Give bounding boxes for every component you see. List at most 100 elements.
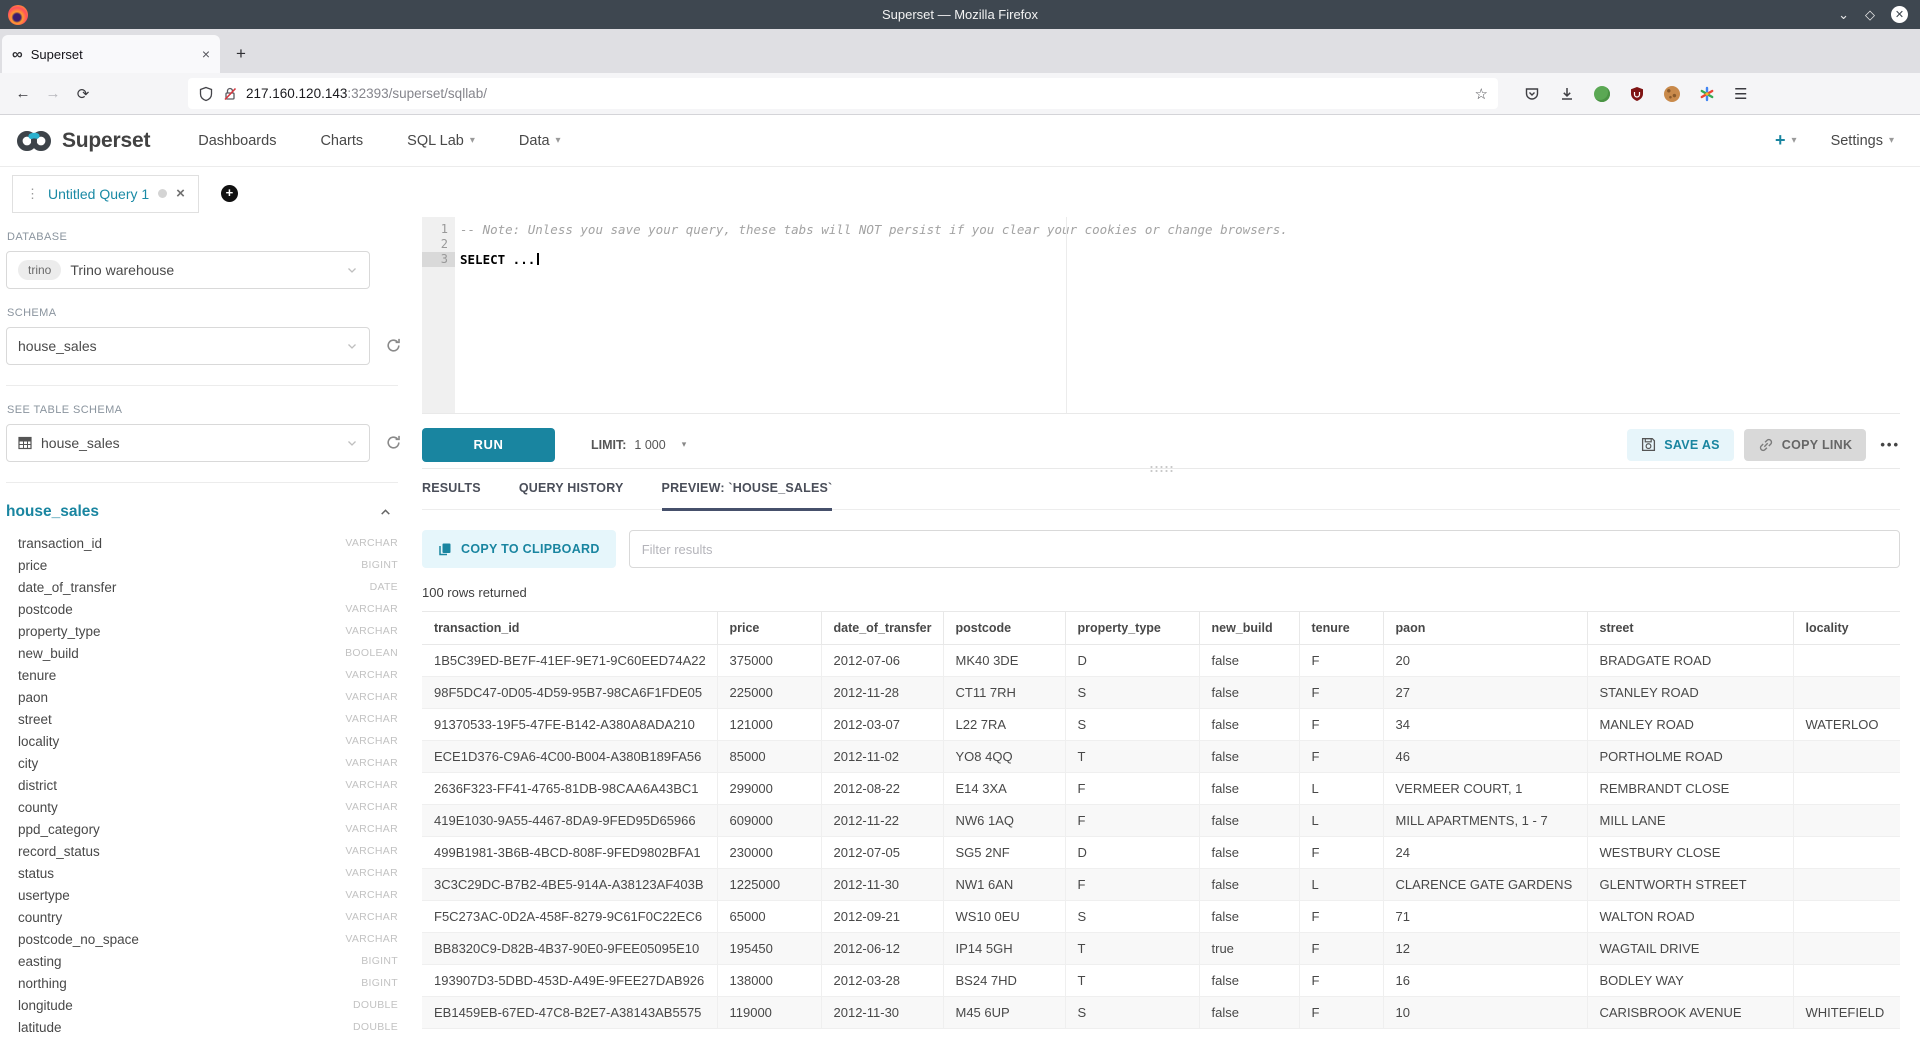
column-header[interactable]: date_of_transfer (821, 612, 943, 645)
column-row[interactable]: price BIGINT (6, 554, 398, 576)
line-number: 3 (422, 252, 455, 267)
add-new-button[interactable]: +▾ (1775, 130, 1797, 151)
column-row[interactable]: locality VARCHAR (6, 730, 398, 752)
superset-brand[interactable]: Superset (14, 129, 150, 153)
bookmark-star-icon[interactable]: ☆ (1475, 85, 1488, 103)
table-row: ECE1D376-C9A6-4C00-B004-A380B189FA56 850… (422, 741, 1900, 773)
column-header[interactable]: postcode (943, 612, 1065, 645)
query-tab-close-icon[interactable]: × (176, 185, 185, 202)
column-header[interactable]: locality (1793, 612, 1900, 645)
add-query-tab-button[interactable]: + (221, 185, 238, 202)
database-select-value: Trino warehouse (70, 262, 337, 278)
refresh-schemas-icon[interactable] (385, 337, 402, 354)
pocket-icon[interactable] (1524, 86, 1540, 102)
cell-transaction-id: 2636F323-FF41-4765-81DB-98CAA6A43BC1 (422, 773, 717, 805)
column-row[interactable]: status VARCHAR (6, 862, 398, 884)
settings-menu[interactable]: Settings▾ (1831, 133, 1894, 149)
cell-postcode: BS24 7HD (943, 965, 1065, 997)
browser-tabstrip: ∞ Superset × + (0, 29, 1920, 73)
more-options-icon[interactable]: ••• (1880, 437, 1900, 452)
window-maximize-icon[interactable]: ◇ (1865, 7, 1875, 23)
tracking-shield-icon[interactable] (198, 86, 214, 102)
column-row[interactable]: paon VARCHAR (6, 686, 398, 708)
column-header[interactable]: new_build (1199, 612, 1299, 645)
column-header[interactable]: property_type (1065, 612, 1199, 645)
column-row[interactable]: street VARCHAR (6, 708, 398, 730)
editor-code-area[interactable]: -- Note: Unless you save your query, the… (455, 217, 1900, 413)
column-row[interactable]: transaction_id VARCHAR (6, 532, 398, 554)
run-button[interactable]: RUN (422, 428, 555, 462)
plus-icon: + (1775, 130, 1786, 151)
table-name-heading[interactable]: house_sales (6, 503, 99, 521)
column-header[interactable]: paon (1383, 612, 1587, 645)
column-row[interactable]: city VARCHAR (6, 752, 398, 774)
nav-item-dashboards[interactable]: Dashboards (198, 133, 276, 149)
column-row[interactable]: ppd_category VARCHAR (6, 818, 398, 840)
cookie-icon[interactable] (1664, 86, 1680, 102)
save-as-button[interactable]: SAVE AS (1627, 429, 1734, 461)
sql-editor[interactable]: 1 2 3 -- Note: Unless you save your quer… (422, 217, 1900, 414)
new-tab-button[interactable]: + (226, 39, 256, 69)
cell-paon: 24 (1383, 837, 1587, 869)
refresh-tables-icon[interactable] (385, 434, 402, 451)
column-row[interactable]: date_of_transfer DATE (6, 576, 398, 598)
column-row[interactable]: country VARCHAR (6, 906, 398, 928)
column-row[interactable]: district VARCHAR (6, 774, 398, 796)
column-row[interactable]: longitude DOUBLE (6, 994, 398, 1016)
menu-icon[interactable]: ☰ (1734, 85, 1747, 103)
tab-results[interactable]: RESULTS (422, 481, 481, 509)
browser-tab[interactable]: ∞ Superset × (2, 35, 220, 73)
url-text[interactable]: 217.160.120.143:32393/superset/sqllab/ (246, 86, 1467, 101)
column-name: postcode (18, 602, 73, 617)
column-header[interactable]: transaction_id (422, 612, 717, 645)
column-header[interactable]: price (717, 612, 821, 645)
copy-link-button[interactable]: COPY LINK (1744, 429, 1867, 461)
column-row[interactable]: property_type VARCHAR (6, 620, 398, 642)
extension-asterisk-icon[interactable] (1699, 86, 1715, 102)
window-minimize-icon[interactable]: ⌄ (1838, 7, 1849, 23)
tab-query-history[interactable]: QUERY HISTORY (519, 481, 624, 509)
filter-results-input[interactable] (629, 530, 1900, 568)
splitter-grip-icon[interactable] (1149, 465, 1173, 473)
copy-to-clipboard-button[interactable]: COPY TO CLIPBOARD (422, 530, 616, 568)
column-row[interactable]: county VARCHAR (6, 796, 398, 818)
pane-splitter[interactable] (422, 468, 1900, 481)
column-row[interactable]: postcode_no_space VARCHAR (6, 928, 398, 950)
cell-transaction-id: 98F5DC47-0D05-4D59-95B7-98CA6F1FDE05 (422, 677, 717, 709)
insecure-lock-icon[interactable] (222, 86, 238, 102)
nav-item-charts[interactable]: Charts (320, 133, 363, 149)
column-header[interactable]: tenure (1299, 612, 1383, 645)
tab-preview-house-sales[interactable]: PREVIEW: `HOUSE_SALES` (662, 481, 833, 511)
column-header[interactable]: street (1587, 612, 1793, 645)
downloads-icon[interactable] (1559, 86, 1575, 102)
cell-street: PORTHOLME ROAD (1587, 741, 1793, 773)
window-close-icon[interactable]: ✕ (1891, 6, 1908, 23)
nav-item-sql-lab[interactable]: SQL Lab▾ (407, 133, 475, 149)
tab-close-icon[interactable]: × (202, 46, 210, 62)
database-select[interactable]: trino Trino warehouse (6, 251, 370, 289)
reload-icon[interactable]: ⟳ (68, 85, 98, 103)
query-tab[interactable]: ⋮ Untitled Query 1 × (12, 175, 199, 213)
limit-dropdown[interactable]: LIMIT: 1 000 ▾ (591, 438, 686, 452)
url-bar[interactable]: 217.160.120.143:32393/superset/sqllab/ ☆ (188, 78, 1498, 109)
column-row[interactable]: postcode VARCHAR (6, 598, 398, 620)
column-row[interactable]: new_build BOOLEAN (6, 642, 398, 664)
cell-new-build: false (1199, 645, 1299, 677)
cell-date-of-transfer: 2012-11-02 (821, 741, 943, 773)
column-row[interactable]: record_status VARCHAR (6, 840, 398, 862)
cell-paon: 34 (1383, 709, 1587, 741)
back-icon[interactable]: ← (8, 85, 38, 102)
nav-item-data[interactable]: Data▾ (519, 133, 561, 149)
column-row[interactable]: usertype VARCHAR (6, 884, 398, 906)
table-select[interactable]: house_sales (6, 424, 370, 462)
cell-tenure: F (1299, 997, 1383, 1029)
privacy-badger-icon[interactable] (1594, 86, 1610, 102)
ublock-origin-icon[interactable] (1629, 86, 1645, 102)
drag-handle-icon[interactable]: ⋮ (26, 186, 39, 202)
chevron-up-icon[interactable] (379, 506, 392, 519)
column-row[interactable]: tenure VARCHAR (6, 664, 398, 686)
column-row[interactable]: easting BIGINT (6, 950, 398, 972)
column-row[interactable]: northing BIGINT (6, 972, 398, 994)
schema-select[interactable]: house_sales (6, 327, 370, 365)
column-row[interactable]: latitude DOUBLE (6, 1016, 398, 1038)
